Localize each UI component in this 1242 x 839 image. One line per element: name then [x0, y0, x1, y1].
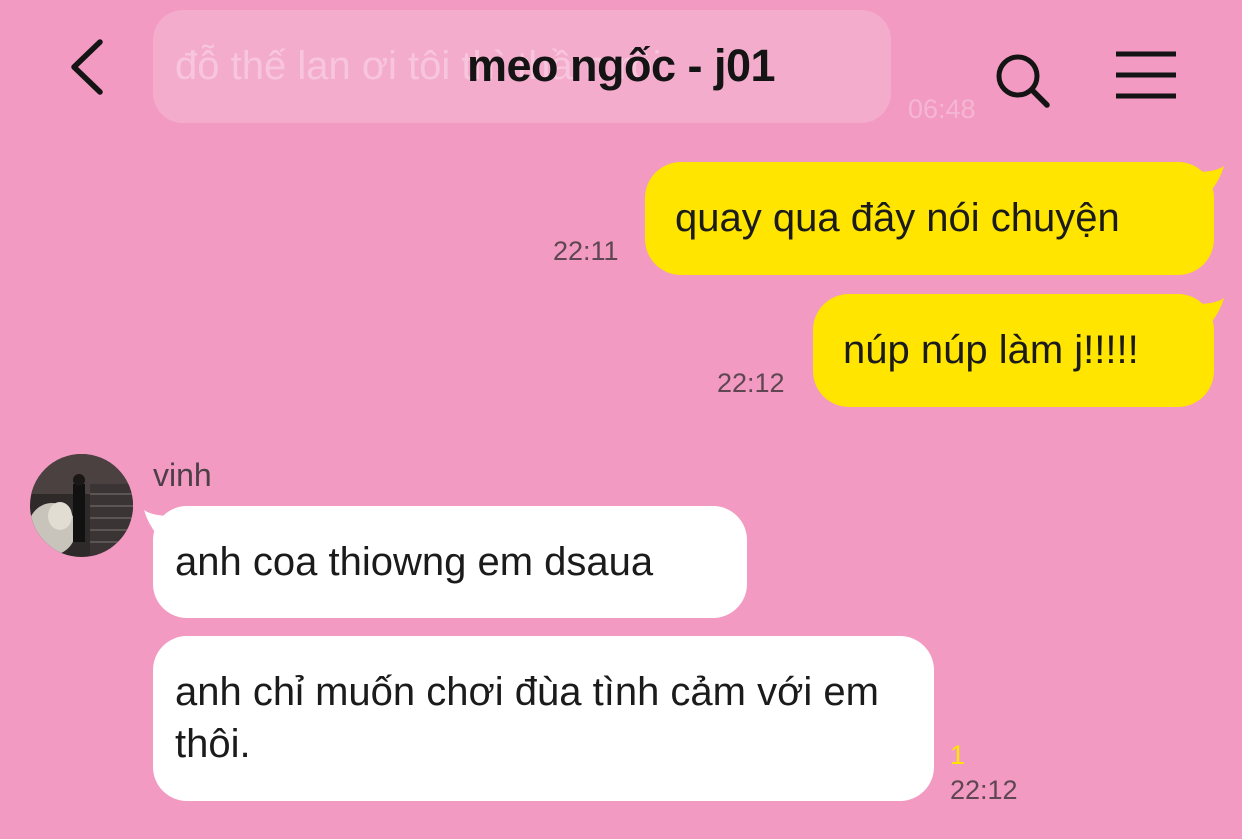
- outgoing-message-bubble[interactable]: núp núp làm j!!!!!: [813, 294, 1214, 407]
- outgoing-message-bubble[interactable]: quay qua đây nói chuyện: [645, 162, 1214, 275]
- incoming-message-bubble[interactable]: anh chỉ muốn chơi đùa tình cảm với em th…: [153, 636, 934, 801]
- message-text: anh chỉ muốn chơi đùa tình cảm với em th…: [175, 670, 879, 766]
- message-text: quay qua đây nói chuyện: [675, 196, 1120, 240]
- menu-button[interactable]: [1114, 50, 1178, 100]
- message-time: 22:12: [950, 775, 1018, 805]
- sender-name: vinh: [153, 457, 212, 493]
- avatar-photo-icon: [30, 454, 133, 557]
- message-text: núp núp làm j!!!!!: [843, 328, 1139, 372]
- search-button[interactable]: [992, 50, 1052, 110]
- search-icon: [996, 54, 1050, 108]
- message-time: 22:12: [717, 368, 785, 398]
- faded-message-time: 06:48: [908, 94, 976, 124]
- message-text: anh coa thiowng em dsaua: [175, 540, 654, 584]
- unread-count: 1: [950, 740, 966, 770]
- bubble-tail: [144, 510, 172, 536]
- bubble-tail: [1196, 298, 1224, 324]
- message-time: 22:11: [553, 236, 619, 266]
- incoming-message-bubble[interactable]: anh coa thiowng em dsaua: [153, 506, 747, 618]
- avatar[interactable]: [30, 454, 133, 557]
- bubble-tail: [1196, 166, 1224, 192]
- chat-title: meo ngốc - j01: [466, 40, 776, 91]
- menu-icon: [1116, 51, 1176, 99]
